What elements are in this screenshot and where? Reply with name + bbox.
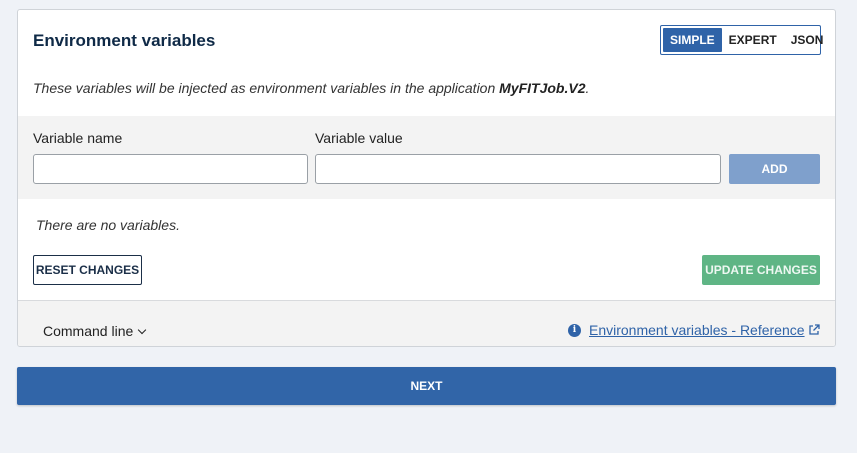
add-variable-button[interactable]: ADD [729, 154, 820, 184]
variable-value-input[interactable] [315, 154, 721, 184]
external-link-icon [808, 324, 820, 335]
description: These variables will be injected as envi… [33, 80, 589, 96]
environment-variables-card: Environment variables SIMPLE EXPERT JSON… [17, 9, 836, 347]
chevron-down-icon [138, 325, 147, 334]
environment-variables-reference-link[interactable]: Environment variables - Reference [589, 322, 820, 338]
reference-link-label: Environment variables - Reference [589, 322, 805, 338]
editor-mode-switch: SIMPLE EXPERT JSON [660, 25, 823, 55]
next-button[interactable]: NEXT [17, 367, 836, 405]
reset-changes-button[interactable]: RESET CHANGES [33, 255, 142, 285]
variable-value-label: Variable value [315, 130, 403, 146]
variable-name-label: Variable name [33, 130, 123, 146]
card-title: Environment variables [33, 31, 216, 50]
description-suffix: . [585, 80, 590, 96]
info-icon: i [568, 323, 581, 337]
update-changes-button[interactable]: UPDATE CHANGES [702, 255, 820, 285]
command-line-label: Command line [43, 323, 134, 339]
variable-name-input[interactable] [33, 154, 308, 184]
command-line-toggle[interactable]: Command line [43, 323, 147, 339]
add-variable-form: Variable name Variable value ADD [18, 116, 835, 199]
description-prefix: These variables will be injected as envi… [33, 80, 500, 96]
empty-variables-message: There are no variables. [36, 217, 180, 233]
application-name: MyFITJob.V2 [499, 80, 586, 96]
mode-simple-button[interactable]: SIMPLE [663, 28, 722, 52]
reference-link-group: i Environment variables - Reference [568, 322, 820, 338]
card-footer: Command line i Environment variables - R… [18, 300, 835, 346]
mode-expert-button[interactable]: EXPERT [722, 28, 784, 52]
mode-json-button[interactable]: JSON [784, 28, 831, 52]
